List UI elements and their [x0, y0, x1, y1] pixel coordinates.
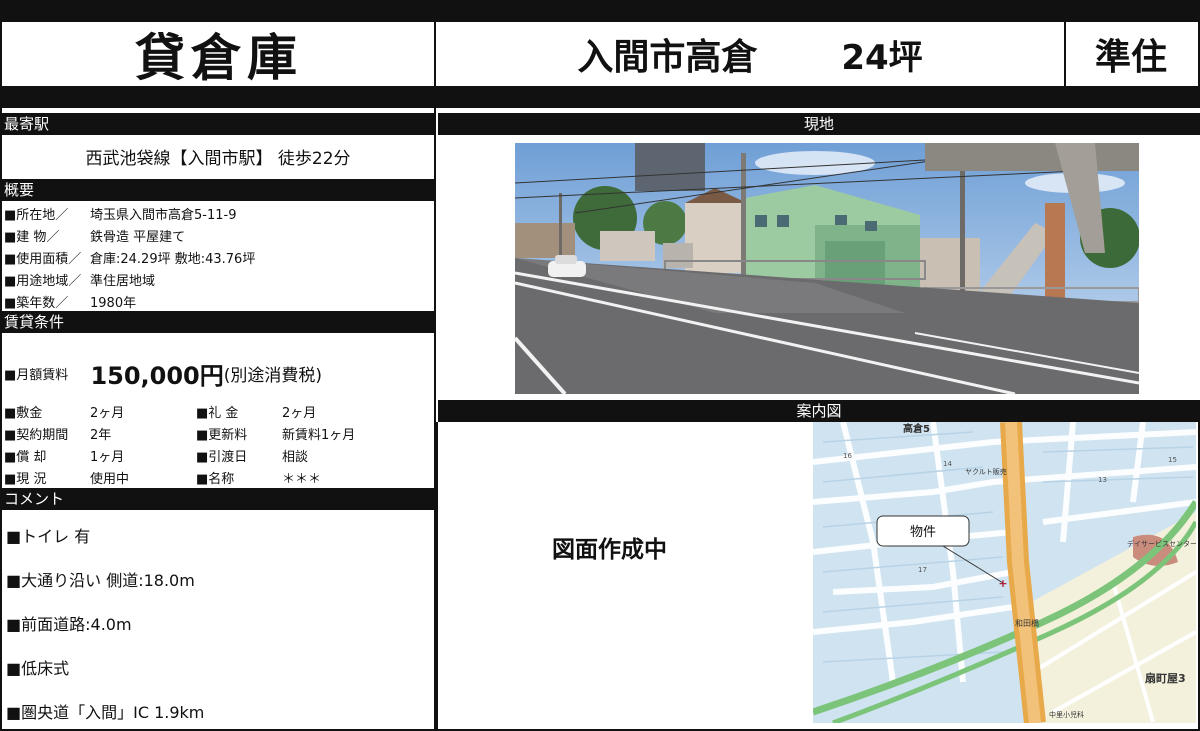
property-callout-label: 物件	[910, 525, 936, 540]
terms-value: 2ヶ月	[282, 406, 317, 421]
overview-value: 倉庫:24.29坪 敷地:43.76坪	[90, 252, 256, 267]
location-cell: 入間市高倉 24坪	[434, 20, 1066, 88]
guide-header: 案内図	[438, 400, 1200, 422]
terms-label: ■礼 金	[196, 406, 239, 421]
top-bar	[0, 0, 1200, 20]
overview-row: ■所在地／ 埼玉県入間市高倉5-11-9	[4, 204, 236, 223]
terms-row: ■名称 ＊＊＊	[196, 468, 321, 487]
overview-row: ■築年数／ 1980年	[4, 292, 136, 311]
overview-label: ■築年数／	[4, 296, 69, 311]
terms-value: 使用中	[90, 472, 130, 487]
terms-label: ■引渡日	[196, 450, 248, 465]
map-block-number: 15	[1168, 456, 1177, 464]
comment-line: ■前面道路:4.0m	[6, 615, 132, 634]
rent-row: ■月額賃料 150,000円(別途消費税)	[4, 356, 322, 391]
map-label-area-bottom: 扇町屋3	[1145, 671, 1186, 685]
terms-label: ■敷金	[4, 406, 43, 421]
overview-value: 埼玉県入間市高倉5-11-9	[90, 208, 237, 223]
comment-line: ■圏央道「入間」IC 1.9km	[6, 703, 205, 722]
terms-row: ■償 却 1ヶ月	[4, 446, 124, 465]
terms-row: ■引渡日 相談	[196, 446, 308, 465]
station-header: 最寄駅	[0, 113, 436, 135]
terms-label: ■現 況	[4, 472, 47, 487]
map-block-number: 14	[943, 460, 952, 468]
map-block-number: 16	[843, 452, 852, 460]
overview-row: ■建 物／ 鉄骨造 平屋建て	[4, 226, 185, 245]
terms-row: ■現 況 使用中	[4, 468, 129, 487]
overview-label: ■建 物／	[4, 230, 60, 245]
comment-header: コメント	[0, 488, 436, 510]
location-title: 入間市高倉	[577, 37, 758, 78]
terms-value: 相談	[282, 450, 309, 465]
terms-label: ■契約期間	[4, 428, 69, 443]
rent-label: ■月額賃料	[4, 368, 69, 383]
terms-label: ■更新料	[196, 428, 248, 443]
floorplan-status: 図面作成中	[552, 537, 667, 563]
comment-line: ■トイレ 有	[6, 527, 91, 546]
site-photo	[515, 143, 1139, 394]
overview-value: 準住居地域	[90, 274, 156, 289]
map-label-clinic: 中里小児科	[1049, 710, 1084, 719]
overview-label: ■使用面積／	[4, 252, 82, 267]
map-label-shop: ヤクルト販売	[965, 467, 1007, 476]
map-block-number: 13	[1098, 476, 1107, 484]
property-type-cell: 貸倉庫	[0, 20, 436, 88]
rent-note: (別途消費税)	[223, 366, 323, 386]
header-separator-bar	[0, 88, 1200, 108]
terms-value: ＊＊＊	[282, 472, 322, 487]
property-type: 貸倉庫	[135, 29, 303, 87]
overview-value: 鉄骨造 平屋建て	[90, 230, 186, 245]
zoning-cell: 準住	[1064, 20, 1200, 88]
terms-header: 賃貸条件	[0, 311, 436, 333]
terms-value: 新賃料1ヶ月	[282, 428, 356, 443]
area-map: 高倉5 扇町屋3 和田橋 ヤクルト販売 デイサービスセンター 中里小児科 16 …	[813, 422, 1196, 723]
overview-value: 1980年	[90, 296, 137, 311]
terms-value: 2年	[90, 428, 112, 443]
terms-row: ■契約期間 2年	[4, 424, 111, 443]
terms-row: ■敷金 2ヶ月	[4, 402, 124, 421]
map-label-dayservice: デイサービスセンター	[1127, 539, 1196, 548]
overview-label: ■用途地域／	[4, 274, 82, 289]
map-label-bridge: 和田橋	[1015, 618, 1039, 628]
zoning-short: 準住	[1094, 37, 1167, 78]
overview-header: 概要	[0, 179, 436, 201]
comment-line: ■低床式	[6, 659, 70, 678]
map-block-number: 17	[918, 566, 927, 574]
terms-value: 1ヶ月	[90, 450, 125, 465]
terms-label: ■名称	[196, 472, 235, 487]
terms-value: 2ヶ月	[90, 406, 125, 421]
terms-row: ■更新料 新賃料1ヶ月	[196, 424, 355, 443]
terms-label: ■償 却	[4, 450, 47, 465]
overview-row: ■使用面積／ 倉庫:24.29坪 敷地:43.76坪	[4, 248, 255, 267]
overview-label: ■所在地／	[4, 208, 69, 223]
size-title: 24坪	[841, 37, 923, 78]
map-label-area-top: 高倉5	[903, 422, 930, 435]
terms-row: ■礼 金 2ヶ月	[196, 402, 316, 421]
overview-row: ■用途地域／ 準住居地域	[4, 270, 155, 289]
property-marker-icon: +	[998, 577, 1007, 590]
station-value: 西武池袋線【入間市駅】 徒歩22分	[85, 149, 351, 169]
rent-value: 150,000円	[90, 362, 224, 390]
comment-line: ■大通り沿い 側道:18.0m	[6, 571, 195, 590]
photo-header: 現地	[438, 113, 1200, 135]
